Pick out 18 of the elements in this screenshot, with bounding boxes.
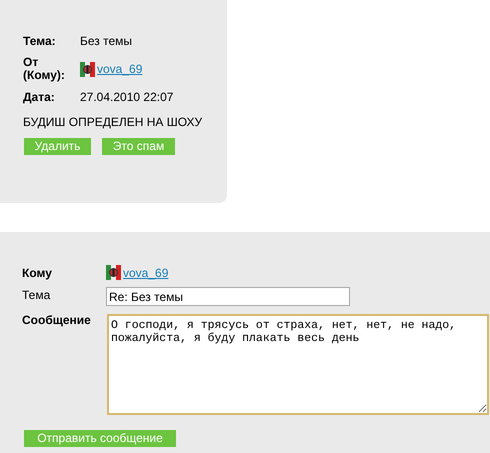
to-label: Кому — [22, 265, 53, 281]
message-label: Сообщение — [22, 312, 92, 328]
action-button[interactable]: Удалить — [24, 138, 91, 155]
field-value: Без темы — [80, 34, 134, 48]
field-label: От (Кому): — [23, 56, 63, 82]
field-label: Дата: — [23, 90, 56, 104]
field-value: 27.04.2010 22:07 — [80, 90, 174, 104]
subject-field[interactable]: Re: Без темы — [106, 287, 350, 306]
user-link[interactable]: vova_69 — [123, 266, 168, 280]
avatar-icon — [106, 265, 121, 280]
send-button[interactable]: Отправить сообщение — [24, 430, 176, 447]
avatar-icon — [80, 62, 95, 76]
user-link[interactable]: vova_69 — [97, 62, 142, 76]
message-field[interactable]: О господи, я трясусь от страха, нет, нет, не надо, пожалуйста, я буду плакать весь день — [107, 314, 489, 415]
field-label: Тема: — [23, 34, 57, 48]
subject-label: Тема — [22, 287, 52, 303]
message-text: БУДИШ ОПРЕДЕЛЕН НА ШОХУ — [23, 115, 204, 129]
action-button[interactable]: Это спам — [102, 138, 175, 155]
